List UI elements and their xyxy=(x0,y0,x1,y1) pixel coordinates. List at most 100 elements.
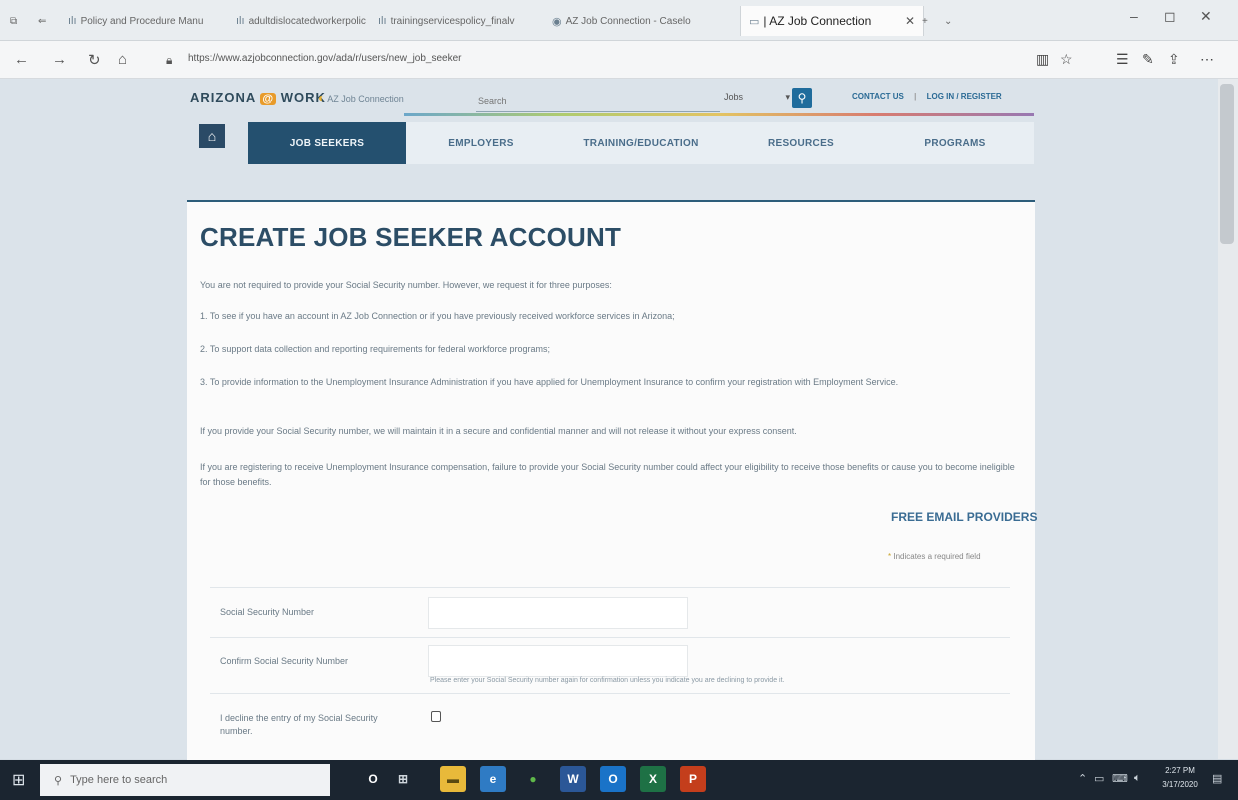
decline-ssn-label: I decline the entry of my Social Securit… xyxy=(220,713,378,736)
favorite-star-icon[interactable]: ☆ xyxy=(1060,51,1073,68)
nav-resources[interactable]: RESOURCES xyxy=(726,122,876,164)
link-separator: | xyxy=(914,92,917,101)
search-scope-select[interactable]: Jobs ▾ xyxy=(724,92,790,103)
form-divider xyxy=(210,693,1010,694)
outlook-icon[interactable]: O xyxy=(600,766,626,792)
sun-icon: ◐ xyxy=(318,91,326,105)
home-icon[interactable]: ⌂ xyxy=(118,51,127,68)
more-icon[interactable]: ⋯ xyxy=(1200,51,1214,68)
intro-text: You are not required to provide your Soc… xyxy=(200,280,612,290)
set-aside-tabs-icon[interactable]: ⇐ xyxy=(38,10,46,32)
tab-list-chevron-icon[interactable]: ⌄ xyxy=(944,10,952,32)
forward-icon[interactable]: → xyxy=(52,51,67,68)
chevron-up-icon[interactable]: ⌃ xyxy=(1078,772,1087,785)
reading-view-icon[interactable]: ▥ xyxy=(1036,51,1049,68)
lock-icon: 🔒︎ xyxy=(166,53,173,67)
tab-label: trainingservicespolicy_finalv xyxy=(390,15,515,27)
home-nav-button[interactable]: ⌂ xyxy=(199,124,225,148)
nav-programs[interactable]: PROGRAMS xyxy=(876,122,1034,164)
taskbar-clock[interactable]: 2:27 PM 3/17/2020 xyxy=(1160,764,1200,792)
search-input[interactable] xyxy=(476,91,720,112)
form-divider xyxy=(210,637,1010,638)
refresh-icon[interactable]: ↻ xyxy=(88,51,101,69)
page-icon: ▭ xyxy=(749,15,760,28)
color-strip xyxy=(404,113,1034,116)
chevron-down-icon: ▾ xyxy=(785,92,791,102)
new-tab-icon[interactable]: + xyxy=(922,10,928,32)
address-toolbar: ← → ↻ ⌂ 🔒︎ https://www.azjobconnection.g… xyxy=(0,41,1238,79)
contact-us-link[interactable]: CONTACT US xyxy=(852,92,904,101)
purpose-1-text: 1. To see if you have an account in AZ J… xyxy=(200,311,675,321)
volume-icon[interactable]: 🔈︎ xyxy=(1134,772,1141,785)
brand-e-mark: @ xyxy=(260,93,277,105)
nav-job-seekers[interactable]: JOB SEEKERS xyxy=(248,122,406,164)
tab-actions-icon[interactable]: ⧉ xyxy=(10,10,17,32)
tab-label: adultdislocatedworkerpolicy xyxy=(248,15,366,27)
arizona-at-work-logo[interactable]: ARIZONA @ WORK xyxy=(190,90,326,105)
decline-ssn-checkbox[interactable] xyxy=(431,711,441,722)
windows-taskbar: ⊞ ⚲ Type here to search O ⊞ ▬ e ● W O X … xyxy=(0,760,1238,800)
network-icon[interactable]: ▭ xyxy=(1094,772,1104,785)
nav-employers[interactable]: EMPLOYERS xyxy=(406,122,556,164)
search-icon: ⚲ xyxy=(797,91,807,105)
confirm-ssn-hint: Please enter your Social Security number… xyxy=(430,677,785,684)
tab-policy-manual[interactable]: ılı Policy and Procedure Manu xyxy=(68,10,222,32)
taskbar-search-box[interactable]: ⚲ Type here to search xyxy=(40,764,330,796)
taskbar-search-placeholder: Type here to search xyxy=(70,774,168,786)
main-nav: JOB SEEKERS EMPLOYERS TRAINING/EDUCATION… xyxy=(248,122,1034,164)
house-icon: ⌂ xyxy=(207,128,217,144)
page-title: CREATE JOB SEEKER ACCOUNT xyxy=(200,222,622,252)
task-view-icon[interactable]: ⊞ xyxy=(390,766,416,792)
favorites-hub-icon[interactable]: ☰ xyxy=(1116,51,1129,68)
edge-icon[interactable]: e xyxy=(480,766,506,792)
ssn-label: Social Security Number xyxy=(220,607,315,617)
tab-adult-dislocated-worker[interactable]: ılı adultdislocatedworkerpolicy xyxy=(236,10,366,32)
free-email-providers-link[interactable]: FREE EMAIL PROVIDERS xyxy=(891,510,1037,524)
pen-icon[interactable]: ✎ xyxy=(1142,51,1154,68)
share-icon[interactable]: ⇪ xyxy=(1168,51,1180,68)
address-url[interactable]: https://www.azjobconnection.gov/ada/r/us… xyxy=(188,53,462,64)
az-job-connection-logo[interactable]: ◐ AZ Job Connection xyxy=(318,91,404,105)
form-divider xyxy=(210,587,1010,588)
tab-az-caseload[interactable]: ◉ AZ Job Connection - Caselo xyxy=(552,10,732,32)
tab-label: AZ Job Connection - Caselo xyxy=(565,15,691,27)
brand-text: ARIZONA xyxy=(190,90,256,105)
search-button[interactable]: ⚲ xyxy=(792,88,812,108)
tab-training-services[interactable]: ılı trainingservicespolicy_finalv xyxy=(378,10,538,32)
minimize-button[interactable]: – xyxy=(1130,8,1138,24)
excel-icon[interactable]: X xyxy=(640,766,666,792)
document-icon: ılı xyxy=(68,15,77,27)
word-icon[interactable]: W xyxy=(560,766,586,792)
tab-label: Policy and Procedure Manu xyxy=(80,15,204,27)
ssn-input[interactable] xyxy=(428,597,688,629)
document-icon: ılı xyxy=(378,15,387,27)
cortana-icon[interactable]: O xyxy=(360,766,386,792)
search-scope-value: Jobs xyxy=(724,92,744,102)
header-links: CONTACT US | LOG IN / REGISTER xyxy=(848,92,1006,101)
back-icon[interactable]: ← xyxy=(14,51,29,68)
maximize-button[interactable]: ◻ xyxy=(1164,8,1176,25)
nav-training-education[interactable]: TRAINING/EDUCATION xyxy=(556,122,726,164)
required-field-note: * Indicates a required field xyxy=(888,552,981,561)
privacy-text: If you provide your Social Security numb… xyxy=(200,426,797,436)
file-explorer-icon[interactable]: ▬ xyxy=(440,766,466,792)
ui-eligibility-text: If you are registering to receive Unempl… xyxy=(200,462,1015,487)
notifications-icon[interactable]: ▤ xyxy=(1212,772,1222,785)
document-icon: ılı xyxy=(236,15,245,27)
browser-tab-bar: ⧉ ⇐ ılı Policy and Procedure Manu ılı ad… xyxy=(0,0,1238,41)
login-register-link[interactable]: LOG IN / REGISTER xyxy=(927,92,1002,101)
required-note-text: Indicates a required field xyxy=(893,552,981,561)
required-star: * xyxy=(888,552,892,561)
close-tab-icon[interactable]: ✕ xyxy=(905,14,915,28)
powerpoint-icon[interactable]: P xyxy=(680,766,706,792)
tab-az-job-connection[interactable]: ▭ | AZ Job Connection ✕ xyxy=(740,6,924,36)
confirm-ssn-input[interactable] xyxy=(428,645,688,677)
keyboard-icon[interactable]: ⌨ xyxy=(1112,772,1128,785)
globe-icon: ◉ xyxy=(552,15,562,28)
scrollbar-thumb[interactable] xyxy=(1220,84,1234,244)
chrome-icon[interactable]: ● xyxy=(520,766,546,792)
windows-start-icon[interactable]: ⊞ xyxy=(12,770,25,790)
close-window-button[interactable]: ✕ xyxy=(1200,8,1212,25)
purpose-3-text: 3. To provide information to the Unemplo… xyxy=(200,377,899,387)
clock-time: 2:27 PM xyxy=(1165,766,1195,775)
